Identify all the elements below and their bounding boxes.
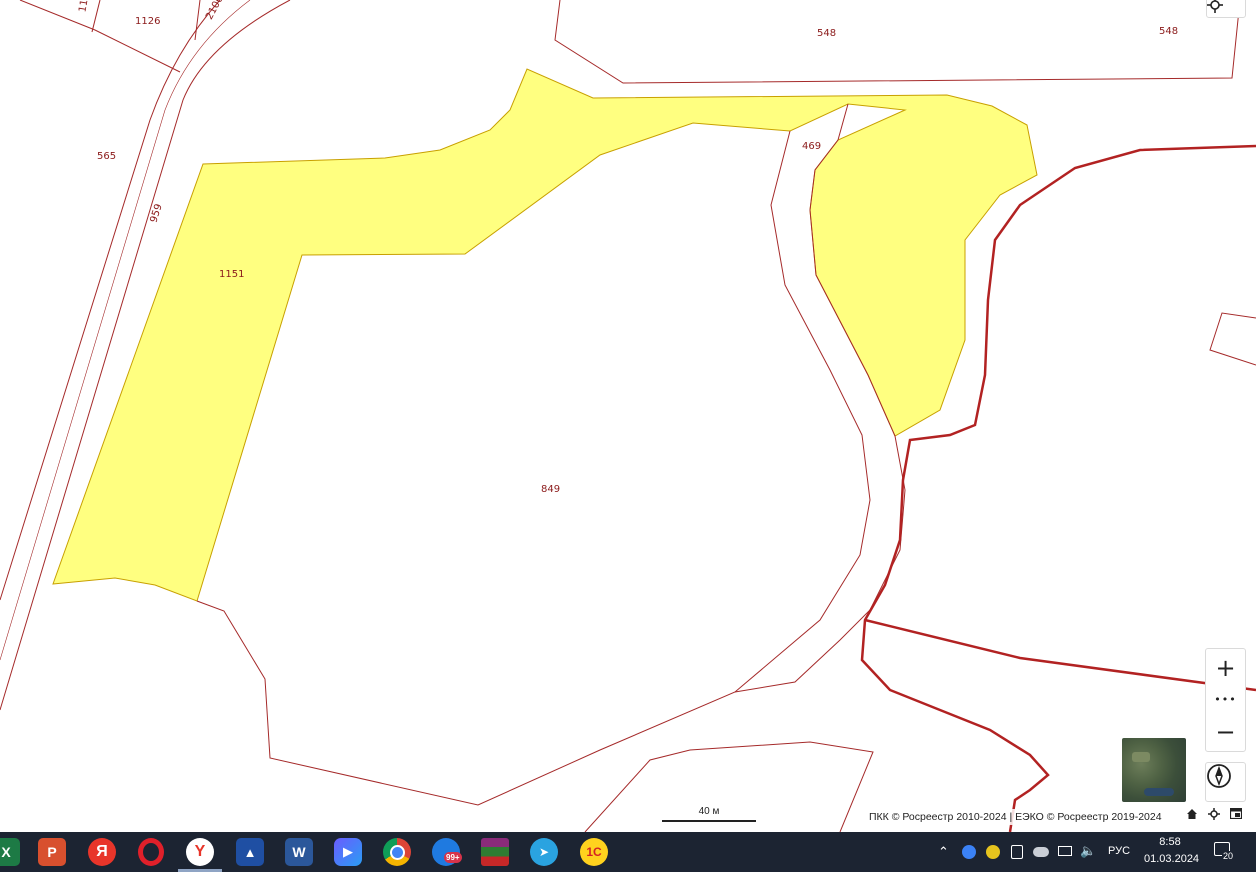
- tray-app-icon-1[interactable]: [962, 845, 976, 859]
- taskbar: X P Я Y ▲ W ▶ 99+ ➤ 1С ⌃ 🔈 РУС 8:58 01.0…: [0, 832, 1256, 872]
- panel-button[interactable]: [1230, 808, 1246, 824]
- scale-line: [662, 820, 756, 822]
- 1c-icon[interactable]: 1С: [580, 838, 608, 866]
- tray-chevron-icon[interactable]: ⌃: [938, 844, 949, 860]
- terminal-icon[interactable]: ▶: [334, 838, 362, 866]
- tray-clock-time[interactable]: 8:58: [1158, 836, 1182, 848]
- locate-icon: [1207, 0, 1223, 13]
- boundary-1124-1126: [19, 0, 181, 73]
- boundary-1126-side: [194, 0, 201, 41]
- word-icon[interactable]: W: [285, 838, 313, 866]
- parcel-label-2106: 2106: [204, 0, 226, 22]
- scale-bar: 40 м: [662, 806, 756, 822]
- tray-clock-date[interactable]: 01.03.2024: [1144, 853, 1199, 865]
- parcel-label-1151: 1151: [219, 269, 244, 280]
- file-app-icon[interactable]: ▲: [236, 838, 264, 866]
- home-button[interactable]: [1186, 808, 1202, 824]
- mail-badge: 99+: [444, 852, 462, 863]
- more-button[interactable]: •••: [1206, 684, 1245, 714]
- tray-volume-icon[interactable]: 🔈: [1080, 843, 1096, 859]
- parcel-label-1126: 1126: [135, 16, 160, 27]
- parcel-label-469: 469: [802, 141, 821, 152]
- mail-icon[interactable]: 99+: [432, 838, 462, 866]
- attribution: ПКК © Росреестр 2010-2024 | ЕЭКО © Росре…: [866, 809, 1165, 825]
- locate-button[interactable]: [1206, 0, 1246, 18]
- boundary-548: [554, 0, 1241, 84]
- tray-app-icon-2[interactable]: [986, 845, 1000, 859]
- zoom-in-button[interactable]: +: [1206, 651, 1245, 685]
- parcel-label-1124: 1124: [77, 0, 92, 13]
- highlighted-parcel-1151[interactable]: [52, 68, 1038, 602]
- satellite-water: [1144, 788, 1174, 796]
- zoom-out-button[interactable]: −: [1206, 715, 1245, 749]
- telegram-icon[interactable]: ➤: [530, 838, 558, 866]
- chrome-center: [389, 844, 405, 860]
- tray-app-icon-3[interactable]: [1011, 845, 1023, 859]
- satellite-field: [1132, 752, 1150, 762]
- boundary-right-small: [1209, 312, 1256, 366]
- compass-icon: [1207, 764, 1231, 788]
- parcel-label-548-right: 548: [1159, 26, 1178, 37]
- parcel-label-565: 565: [97, 151, 116, 162]
- parcel-label-548-left: 548: [817, 28, 836, 39]
- excel-icon[interactable]: X: [0, 838, 20, 866]
- archive-icon[interactable]: [481, 838, 509, 866]
- chrome-icon[interactable]: [383, 838, 411, 866]
- yandex-icon[interactable]: Я: [88, 838, 116, 866]
- zoom-controls: + ••• −: [1205, 648, 1246, 752]
- layer-switcher-thumbnail[interactable]: [1122, 738, 1186, 802]
- presentation-icon[interactable]: P: [38, 838, 66, 866]
- crosshair-button[interactable]: [1208, 808, 1224, 824]
- crosshair-icon: [1208, 808, 1220, 820]
- home-icon: [1187, 809, 1197, 819]
- cadastral-map: 1124 1126 2106 565 959 1151 548 548 469 …: [0, 0, 1256, 832]
- tray-network-icon[interactable]: [1058, 846, 1072, 856]
- thick-boundary-east: [864, 618, 1256, 692]
- scale-label: 40 м: [698, 806, 720, 817]
- parcel-label-849: 849: [541, 484, 560, 495]
- opera-icon[interactable]: [138, 838, 164, 866]
- boundary-1124-side: [91, 0, 101, 33]
- compass-button[interactable]: [1205, 762, 1246, 802]
- panel-icon: [1230, 808, 1242, 819]
- map-canvas[interactable]: 1124 1126 2106 565 959 1151 548 548 469 …: [0, 0, 1256, 832]
- yandex-browser-icon[interactable]: Y: [186, 838, 214, 866]
- tray-language[interactable]: РУС: [1108, 845, 1130, 857]
- notification-count: 20: [1222, 851, 1235, 861]
- tray-cloud-icon[interactable]: [1033, 847, 1049, 857]
